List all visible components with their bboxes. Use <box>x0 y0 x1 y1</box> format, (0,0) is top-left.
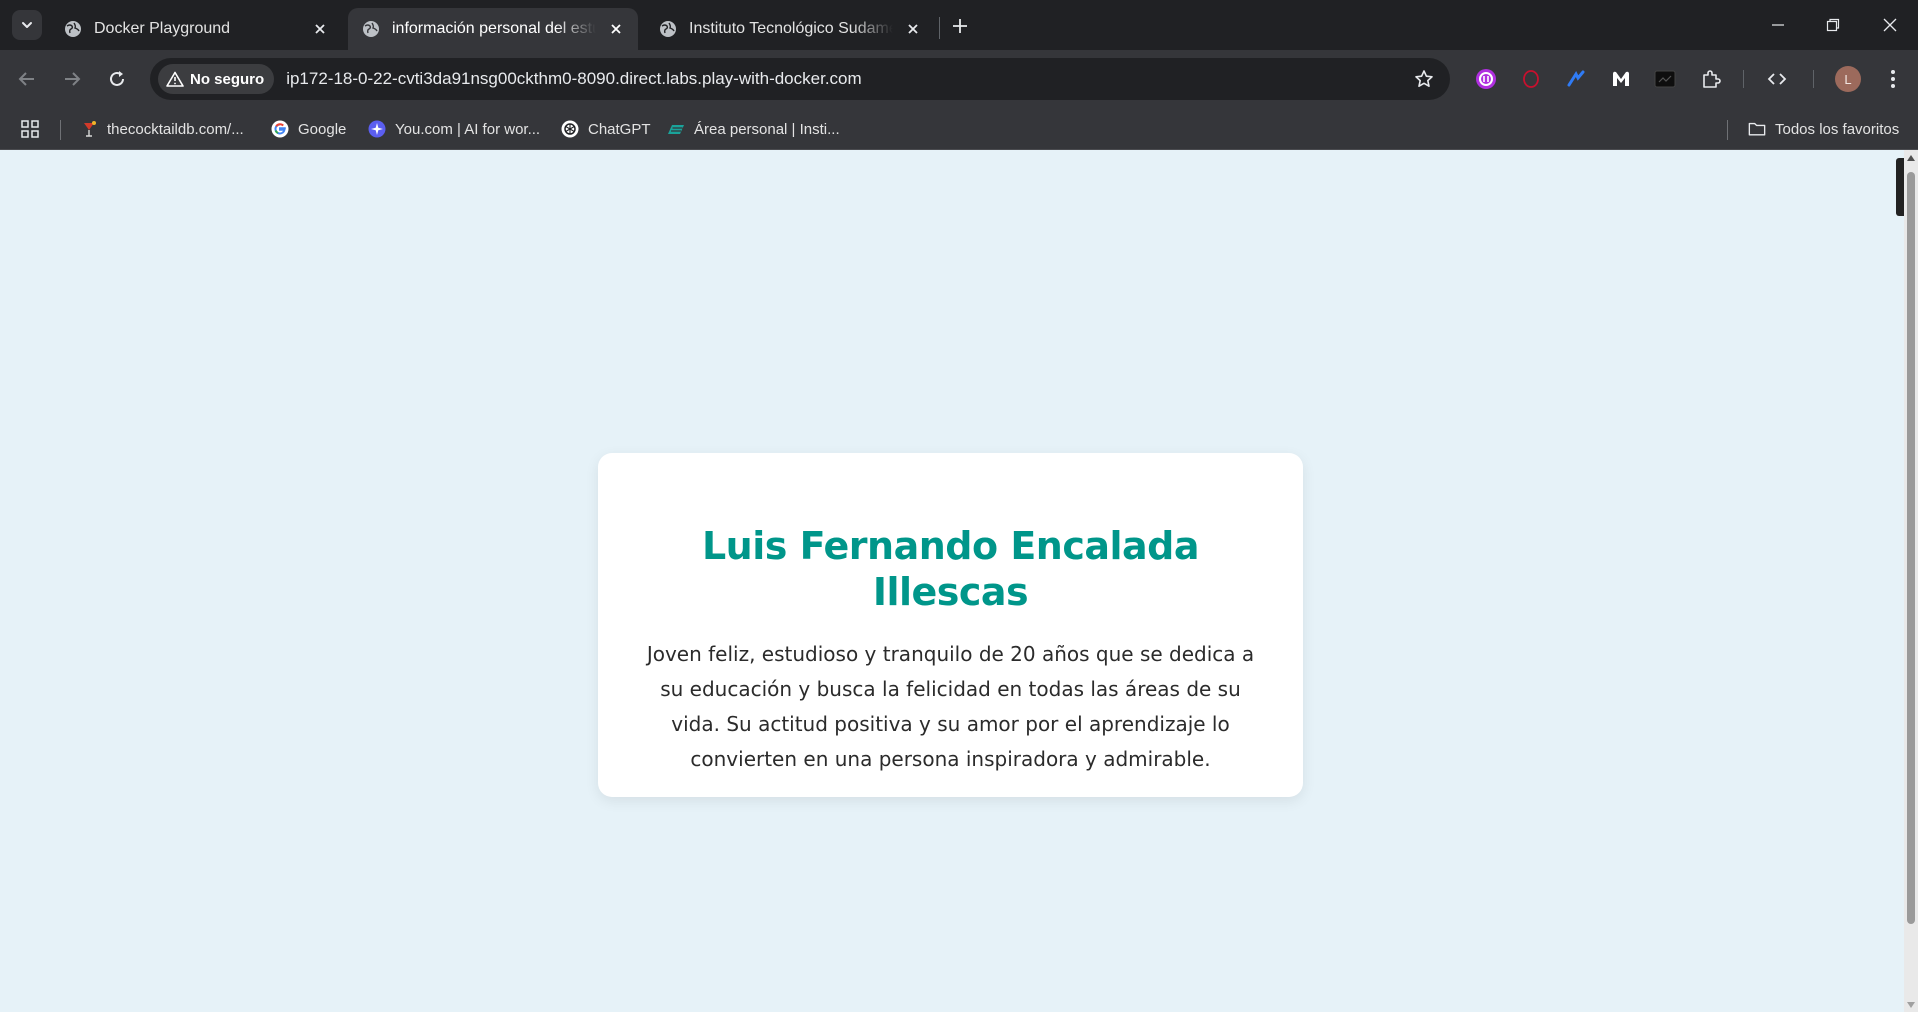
bookmark-label: You.com | AI for wor... <box>395 120 541 138</box>
reload-button[interactable] <box>102 64 132 94</box>
tab-instituto-tecnologico[interactable]: Instituto Tecnológico Sudamericano <box>645 8 935 50</box>
chevron-down-icon <box>22 22 32 28</box>
toolbar-separator <box>1743 70 1744 88</box>
tab-title: Docker Playground <box>94 20 231 37</box>
tab-title: Instituto Tecnológico Sudamericano <box>689 20 893 37</box>
arrow-right-icon <box>65 72 81 86</box>
profile-card: Luis Fernando Encalada Illescas Joven fe… <box>598 453 1303 797</box>
star-icon <box>1415 70 1433 87</box>
bookmark-label: thecocktaildb.com/... <box>107 120 244 138</box>
youcom-icon <box>368 120 386 138</box>
globe-icon <box>363 21 379 37</box>
extension-opera-button[interactable] <box>1518 66 1544 92</box>
bookmark-separator <box>1727 120 1728 140</box>
purple-extension-icon <box>1476 69 1496 89</box>
new-tab-button[interactable] <box>948 14 972 38</box>
close-icon[interactable] <box>310 19 330 39</box>
puzzle-icon <box>1703 70 1721 88</box>
kebab-menu-icon <box>1891 70 1895 88</box>
reload-icon <box>110 71 124 86</box>
bookmark-chatgpt[interactable]: ChatGPT <box>561 117 651 141</box>
all-bookmarks-label: Todos los favoritos <box>1775 120 1900 138</box>
warning-icon <box>166 71 184 87</box>
restore-button[interactable] <box>1815 10 1851 40</box>
close-icon[interactable] <box>903 19 923 39</box>
student-description: Joven feliz, estudioso y tranquilo de 20… <box>646 642 1255 771</box>
tab-search-button[interactable] <box>12 10 42 40</box>
apps-button[interactable] <box>20 117 40 141</box>
globe-icon <box>65 21 81 37</box>
apps-grid-icon <box>21 120 39 138</box>
malwarebytes-icon <box>1613 71 1629 86</box>
bookmark-separator <box>60 120 61 140</box>
scroll-down-arrow[interactable] <box>1907 1002 1915 1008</box>
profile-avatar[interactable]: L <box>1835 66 1861 92</box>
address-bar[interactable]: No seguro ip172-18-0-22-cvti3da91nsg00ck… <box>150 58 1450 100</box>
tab-docker-playground[interactable]: Docker Playground <box>50 8 342 50</box>
bookmark-label: Área personal | Insti... <box>694 120 840 138</box>
minimize-button[interactable] <box>1760 10 1796 40</box>
bookmarks-bar: thecocktaildb.com/... Google You.com | A… <box>0 108 1918 150</box>
arrow-left-icon <box>18 72 34 86</box>
student-name: Luis Fernando Encalada Illescas <box>701 524 1200 614</box>
extension-malwarebytes-button[interactable] <box>1608 66 1634 92</box>
tab-strip: Docker Playground información personal d… <box>0 0 1918 50</box>
scrollbar-thumb[interactable] <box>1907 172 1915 924</box>
forward-button[interactable] <box>57 64 87 94</box>
extension-blue-button[interactable] <box>1563 66 1589 92</box>
red-ring-icon <box>1523 70 1539 88</box>
vertical-scrollbar[interactable] <box>1904 150 1918 1012</box>
extension-dark-button[interactable] <box>1652 66 1678 92</box>
restore-icon <box>1826 18 1840 32</box>
globe-icon <box>660 21 676 37</box>
toolbar-separator <box>1813 70 1814 88</box>
bookmark-thecocktaildb[interactable]: thecocktaildb.com/... <box>80 117 244 141</box>
blue-arrow-icon <box>1567 70 1585 87</box>
back-button[interactable] <box>12 64 42 94</box>
all-bookmarks-folder[interactable]: Todos los favoritos <box>1748 117 1899 141</box>
bookmark-star-button[interactable] <box>1412 67 1436 91</box>
minimize-icon <box>1772 24 1784 26</box>
bookmark-google[interactable]: Google <box>271 117 346 141</box>
extension-purple-button[interactable] <box>1473 66 1499 92</box>
bookmark-youcom[interactable]: You.com | AI for wor... <box>368 117 540 141</box>
url-text[interactable]: ip172-18-0-22-cvti3da91nsg00ckthm0-8090.… <box>286 69 861 89</box>
bookmark-area-personal[interactable]: Área personal | Insti... <box>667 117 840 141</box>
tab-separator <box>939 17 940 39</box>
close-window-button[interactable] <box>1872 10 1908 40</box>
bookmark-label: ChatGPT <box>588 120 651 138</box>
plus-icon <box>953 19 967 33</box>
extensions-menu-button[interactable] <box>1698 66 1724 92</box>
security-label: No seguro <box>190 70 265 88</box>
chatgpt-icon <box>561 120 579 138</box>
tab-informacion-personal[interactable]: información personal del estudiante <box>348 8 638 50</box>
close-icon <box>1883 18 1897 32</box>
devtools-button[interactable] <box>1764 66 1790 92</box>
dark-square-icon <box>1654 70 1676 88</box>
cocktail-icon <box>80 120 98 138</box>
scroll-up-arrow[interactable] <box>1907 155 1915 161</box>
side-panel-tab[interactable] <box>1896 158 1904 216</box>
security-indicator[interactable]: No seguro <box>158 64 275 94</box>
bookmark-label: Google <box>298 120 347 138</box>
folder-icon <box>1748 120 1766 138</box>
google-icon <box>271 120 289 138</box>
code-icon <box>1767 73 1787 85</box>
close-icon[interactable] <box>606 19 626 39</box>
moodle-icon <box>667 120 685 138</box>
page-viewport: Luis Fernando Encalada Illescas Joven fe… <box>0 150 1904 1012</box>
browser-toolbar: No seguro ip172-18-0-22-cvti3da91nsg00ck… <box>0 50 1918 108</box>
tab-title: información personal del estudiante <box>392 20 596 37</box>
browser-menu-button[interactable] <box>1880 66 1906 92</box>
